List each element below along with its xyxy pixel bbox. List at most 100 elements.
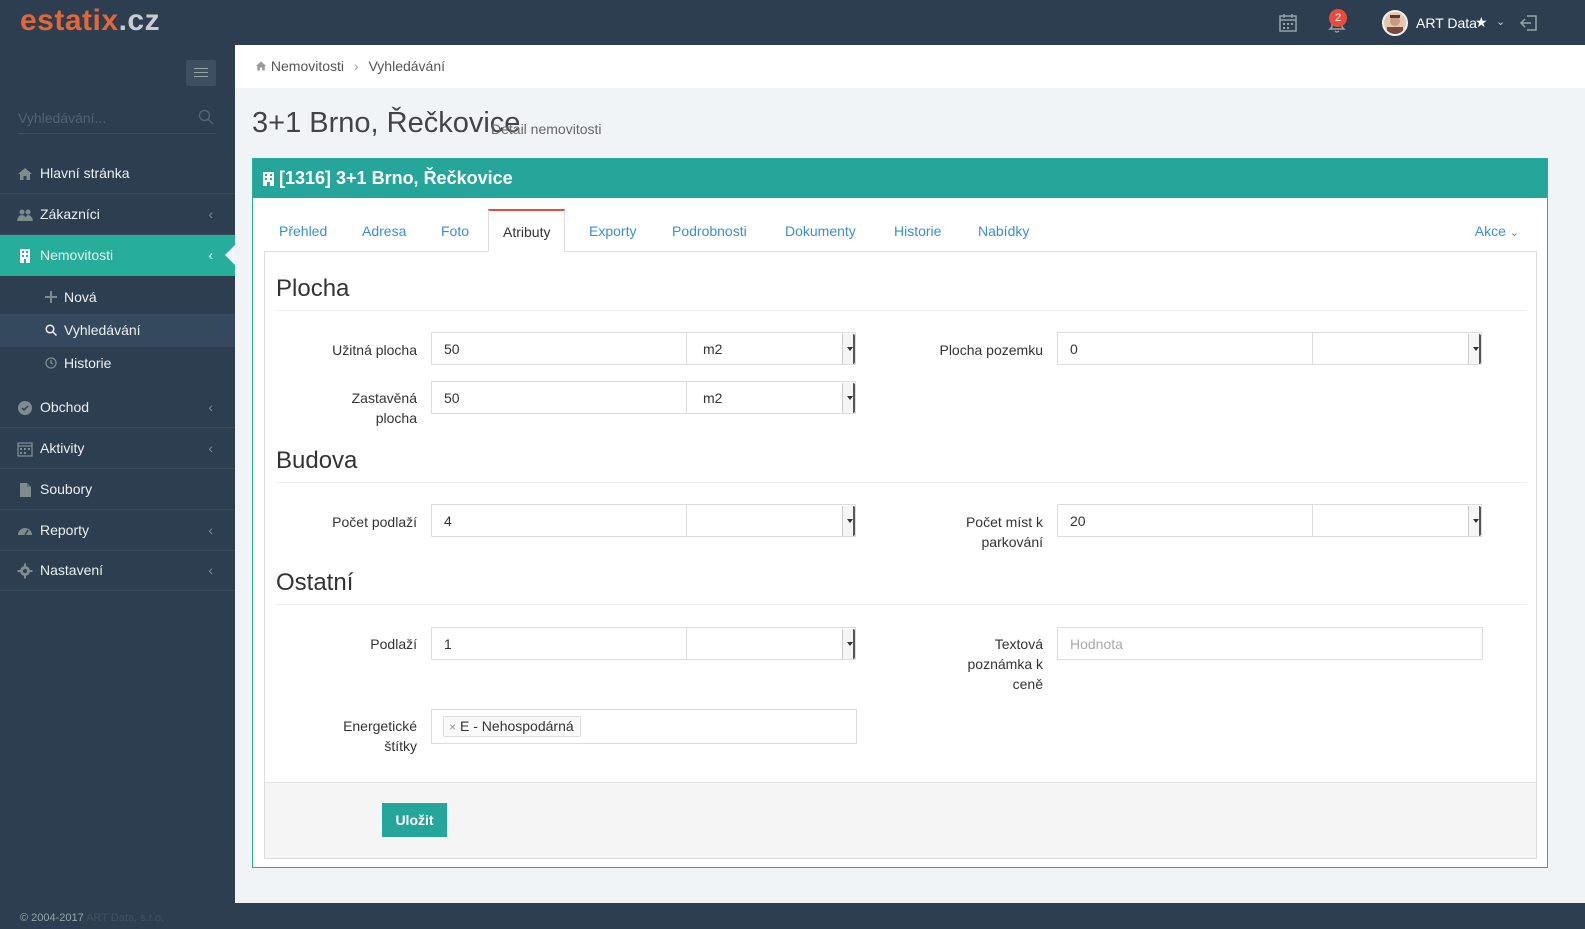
breadcrumb-item-current: Vyhledávání [368, 58, 446, 74]
sidebar-item-files[interactable]: Soubory [0, 469, 235, 510]
energy-label-tag: × E - Nehospodárná [443, 716, 581, 737]
tab-details[interactable]: Podrobnosti [672, 209, 747, 252]
label-energy-labels: Energetické štítky [272, 716, 417, 756]
label-floor-count: Počet podlaží [332, 514, 417, 530]
label-line: Počet míst k [965, 514, 1043, 530]
built-area-unit-select[interactable]: m2 [686, 381, 856, 414]
built-area-input[interactable]: 50 [431, 381, 687, 414]
breadcrumb-item[interactable]: Nemovitosti [271, 58, 344, 74]
panel-header: [1316] 3+1 Brno, Řečkovice [253, 159, 1547, 198]
select-arrow-icon [842, 383, 855, 413]
breadcrumb-separator: › [353, 58, 359, 74]
label-line: Textová [994, 636, 1043, 652]
select-arrow-icon [842, 629, 855, 659]
calendar-icon[interactable] [1278, 13, 1298, 33]
sidebar-item-customers[interactable]: Zákazníci ‹ [0, 194, 235, 235]
top-navbar: estatix.cz 2 ART Data ★ ⌄ [0, 0, 1585, 45]
page-subtitle: Detail nemovitosti [491, 121, 602, 137]
usable-area-input[interactable]: 50 [431, 332, 687, 365]
sidebar-item-activities[interactable]: Aktivity ‹ [0, 428, 235, 469]
sidebar-subitem-label: Nová [64, 289, 97, 305]
chevron-left-icon: ‹ [208, 399, 213, 415]
page-title: 3+1 Brno, Řečkovice [252, 107, 521, 139]
parking-unit-select[interactable] [1312, 504, 1482, 537]
label-line: ceně [1012, 676, 1043, 692]
floor-count-unit-select[interactable] [686, 504, 856, 537]
dashboard-icon [18, 528, 32, 536]
usable-area-unit-select[interactable]: m2 [686, 332, 856, 365]
sidebar-item-label: Soubory [40, 481, 93, 497]
property-panel: [1316] 3+1 Brno, Řečkovice Přehled Adres… [252, 158, 1548, 868]
parking-input[interactable]: 20 [1057, 504, 1313, 537]
energy-labels-input[interactable]: × E - Nehospodárná [431, 709, 857, 744]
search-icon [45, 324, 57, 336]
sidebar-item-reports[interactable]: Reporty ‹ [0, 510, 235, 551]
price-note-input[interactable]: Hodnota [1057, 627, 1483, 660]
tab-overview[interactable]: Přehled [279, 209, 327, 252]
select-arrow-icon [1468, 506, 1481, 536]
sidebar-item-home[interactable]: Hlavní stránka [0, 153, 235, 194]
copyright-text: © 2004-2017 [20, 912, 84, 924]
chevron-down-icon[interactable]: ⌄ [1496, 15, 1505, 28]
floor-unit-select[interactable] [686, 627, 856, 660]
logout-icon[interactable] [1519, 13, 1539, 33]
chevron-left-icon: ‹ [208, 562, 213, 578]
sidebar-item-settings[interactable]: Nastavení ‹ [0, 550, 235, 591]
floor-count-input[interactable]: 4 [431, 504, 687, 537]
sidebar-subitem-history[interactable]: Historie [0, 347, 235, 380]
search-icon[interactable] [198, 109, 214, 125]
tab-documents[interactable]: Dokumenty [785, 209, 856, 252]
section-title-area: Plocha [276, 275, 1527, 311]
actions-dropdown[interactable]: Akce ⌄ [1475, 223, 1519, 239]
sidebar-subitem-search[interactable]: Vyhledávání [0, 314, 235, 347]
gear-icon [17, 563, 33, 579]
label-line: Zastavěná [351, 390, 417, 406]
sidebar-subitem-new[interactable]: Nová [0, 281, 235, 314]
logo-text: estatix [20, 4, 119, 37]
tab-exports[interactable]: Exporty [589, 209, 636, 252]
copyright-brand[interactable]: ART Data, s.r.o. [86, 912, 164, 924]
avatar[interactable] [1382, 10, 1408, 36]
home-icon[interactable] [255, 60, 267, 72]
shopping-icon [18, 401, 32, 415]
select-arrow-icon [1468, 334, 1481, 364]
land-area-input[interactable]: 0 [1057, 332, 1313, 365]
tab-bar: Přehled Adresa Foto Atributy Exporty Pod… [264, 209, 1537, 252]
label-parking: Počet míst k parkování [898, 512, 1043, 552]
file-icon [20, 483, 31, 497]
label-land-area: Plocha pozemku [939, 342, 1043, 358]
land-area-unit-select[interactable] [1312, 332, 1482, 365]
tab-history[interactable]: Historie [894, 209, 941, 252]
app-logo[interactable]: estatix.cz [20, 4, 160, 38]
floor-input[interactable]: 1 [431, 627, 687, 660]
users-icon [17, 209, 33, 221]
chevron-down-icon: ⌄ [1509, 227, 1519, 239]
sidebar-item-business[interactable]: Obchod ‹ [0, 387, 235, 428]
logo-domain: .cz [118, 4, 161, 37]
select-arrow-icon [842, 506, 855, 536]
sidebar-item-label: Reporty [40, 522, 90, 538]
actions-label: Akce [1474, 223, 1506, 239]
save-button[interactable]: Uložit [382, 803, 447, 837]
notification-badge: 2 [1329, 9, 1347, 27]
label-line: Energetické [343, 718, 417, 734]
sidebar-search-input[interactable]: Vyhledávání... [18, 108, 216, 134]
copyright: © 2004-2017 ART Data, s.r.o. [20, 912, 164, 924]
tab-photo[interactable]: Foto [441, 209, 469, 252]
chevron-left-icon: ‹ [208, 247, 213, 263]
tab-address[interactable]: Adresa [362, 209, 406, 252]
user-name[interactable]: ART Data [1416, 15, 1477, 31]
clock-icon [45, 357, 57, 369]
tab-attributes[interactable]: Atributy [488, 209, 566, 252]
menu-toggle-button[interactable] [186, 60, 216, 86]
sidebar-item-properties[interactable]: Nemovitosti ‹ [0, 235, 235, 276]
label-line: parkování [981, 534, 1043, 550]
tab-content: Plocha Užitná plocha 50 m2 Zastavěná ploc… [264, 252, 1537, 859]
tab-offers[interactable]: Nabídky [978, 209, 1029, 252]
section-title-other: Ostatní [276, 569, 1527, 605]
remove-tag-icon[interactable]: × [449, 720, 456, 734]
label-line: štítky [384, 738, 417, 754]
label-floor: Podlaží [370, 636, 417, 652]
sidebar-item-label: Hlavní stránka [40, 165, 130, 181]
label-usable-area: Užitná plocha [332, 342, 417, 358]
